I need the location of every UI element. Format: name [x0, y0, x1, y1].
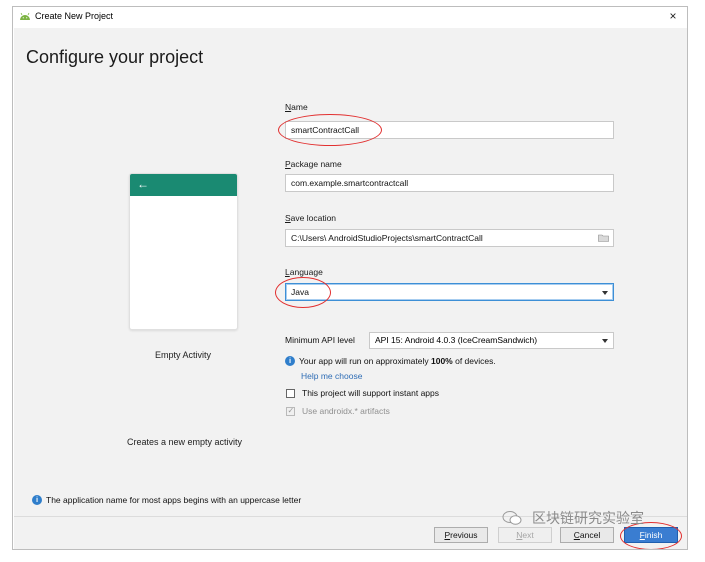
name-label: Name — [285, 102, 308, 112]
page-title: Configure your project — [26, 47, 204, 67]
name-label-text: ame — [291, 102, 308, 112]
previous-button[interactable]: Previous — [434, 527, 488, 543]
activity-template-preview: ← — [129, 173, 238, 330]
min-api-label: Minimum API level — [285, 335, 355, 345]
create-project-dialog: Create New Project × Configure your proj… — [12, 6, 688, 550]
main-content: Configure your project ← Empty Activity … — [14, 28, 687, 516]
min-api-value: API 15: Android 4.0.3 (IceCreamSandwich) — [375, 335, 538, 345]
template-description: Creates a new empty activity — [127, 437, 243, 447]
save-location-label: Save location — [285, 213, 336, 223]
language-label: Language — [285, 267, 323, 277]
cancel-label: ancel — [579, 530, 601, 540]
cancel-button[interactable]: Cancel — [560, 527, 614, 543]
package-name-field[interactable]: com.example.smartcontractcall — [285, 174, 614, 192]
hint-text: The application name for most apps begin… — [46, 495, 302, 505]
folder-icon[interactable] — [598, 234, 609, 242]
next-button[interactable]: Next — [498, 527, 552, 543]
language-value: Java — [291, 287, 309, 297]
window-title: Create New Project — [35, 11, 114, 21]
wechat-icon — [502, 511, 522, 525]
back-arrow-icon: ← — [137, 177, 149, 191]
previous-label: revious — [450, 530, 478, 540]
chevron-down-icon — [602, 339, 608, 343]
androidx-label: Use androidx.* artifacts — [302, 406, 390, 416]
save-label-text: ave location — [290, 213, 337, 223]
coverage-prefix: Your app will run on approximately — [299, 356, 431, 366]
save-location-value: C:\Users\ AndroidStudioProjects\smartCon… — [291, 233, 483, 243]
android-logo-icon — [20, 12, 30, 20]
finish-button[interactable]: Finish — [624, 527, 678, 543]
instant-apps-checkbox[interactable] — [286, 389, 295, 398]
coverage-suffix: of devices. — [452, 356, 496, 366]
phone-app-bar: ← — [130, 174, 237, 196]
name-field[interactable]: smartContractCall — [285, 121, 614, 139]
language-label-text: anguage — [289, 267, 323, 277]
info-icon: i — [285, 356, 295, 366]
save-location-field[interactable]: C:\Users\ AndroidStudioProjects\smartCon… — [285, 229, 614, 247]
package-name-label: Package name — [285, 159, 342, 169]
next-label: ext — [522, 530, 534, 540]
check-icon: ✓ — [287, 405, 295, 415]
androidx-checkbox[interactable]: ✓ — [286, 405, 295, 416]
chevron-down-icon — [602, 291, 608, 295]
language-select[interactable]: Java — [285, 283, 614, 301]
help-me-choose-link[interactable]: Help me choose — [301, 371, 362, 381]
finish-label: inish — [644, 530, 663, 540]
coverage-text: Your app will run on approximately 100% … — [299, 356, 496, 366]
title-bar: Create New Project × — [13, 7, 687, 27]
instant-apps-label: This project will support instant apps — [302, 388, 440, 398]
watermark-text: 区块链研究实验室 — [532, 510, 644, 526]
hint-info-icon: i — [32, 495, 42, 505]
coverage-percent: 100% — [430, 356, 453, 366]
close-icon[interactable]: × — [665, 8, 681, 24]
min-api-select[interactable]: API 15: Android 4.0.3 (IceCreamSandwich) — [369, 332, 614, 349]
package-label-text: ackage name — [290, 159, 342, 169]
template-name: Empty Activity — [154, 350, 211, 360]
